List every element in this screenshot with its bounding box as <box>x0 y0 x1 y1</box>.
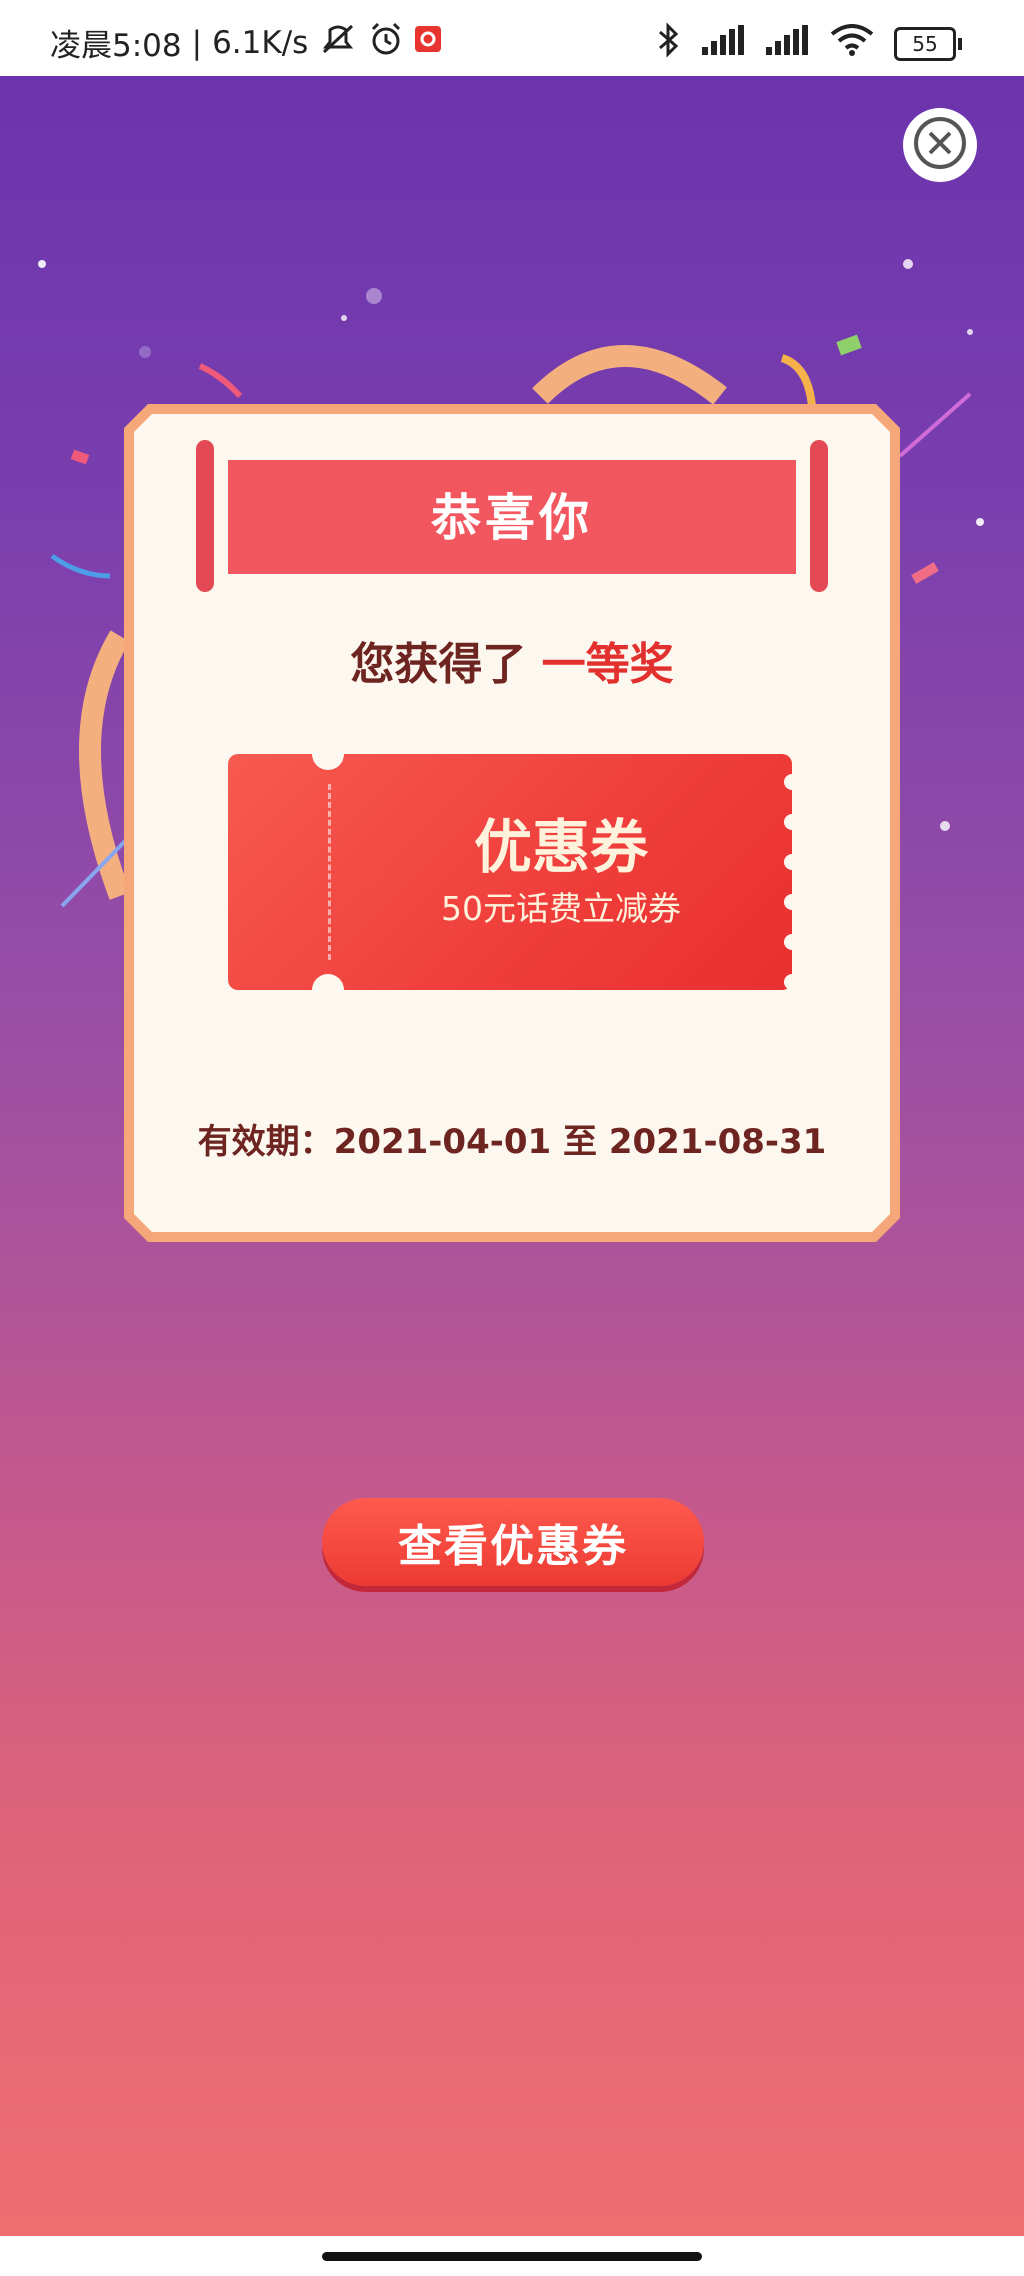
signal-icon <box>702 25 746 63</box>
status-net-speed: 6.1K/s <box>212 24 309 61</box>
status-right: 55 <box>656 22 962 66</box>
prize-level: 一等奖 <box>541 639 674 690</box>
close-button[interactable] <box>903 108 977 182</box>
result-prefix: 您获得了 <box>350 639 527 690</box>
status-left: 凌晨5:08 | 6.1K/s <box>50 20 442 65</box>
signal-icon-2 <box>766 25 810 63</box>
wifi-icon <box>830 24 874 64</box>
battery-level: 55 <box>894 27 956 61</box>
view-coupon-button-label: 查看优惠券 <box>398 1521 628 1572</box>
app-notification-icon <box>414 25 442 61</box>
bluetooth-icon <box>656 22 682 66</box>
scroll-rod-left <box>196 440 214 592</box>
status-time: 凌晨5:08 <box>50 28 182 64</box>
status-bar: 凌晨5:08 | 6.1K/s 55 <box>0 0 1024 76</box>
result-text: 您获得了 一等奖 <box>150 628 874 692</box>
alarm-icon <box>368 21 404 65</box>
popup-title: 恭喜你 <box>431 489 593 547</box>
battery-tip <box>958 38 962 50</box>
home-indicator[interactable] <box>322 2252 702 2261</box>
coupon-title: 优惠券 <box>473 813 648 881</box>
scroll-rod-right <box>810 440 828 592</box>
coupon-description: 50元话费立减券 <box>441 889 681 928</box>
mute-icon <box>318 22 358 64</box>
status-separator: | <box>191 24 203 61</box>
view-coupon-button[interactable]: 查看优惠券 <box>322 1498 704 1586</box>
validity-period: 有效期：2021-04-01 至 2021-08-31 <box>197 1122 827 1162</box>
close-icon <box>910 113 970 177</box>
battery-icon: 55 <box>894 27 962 61</box>
